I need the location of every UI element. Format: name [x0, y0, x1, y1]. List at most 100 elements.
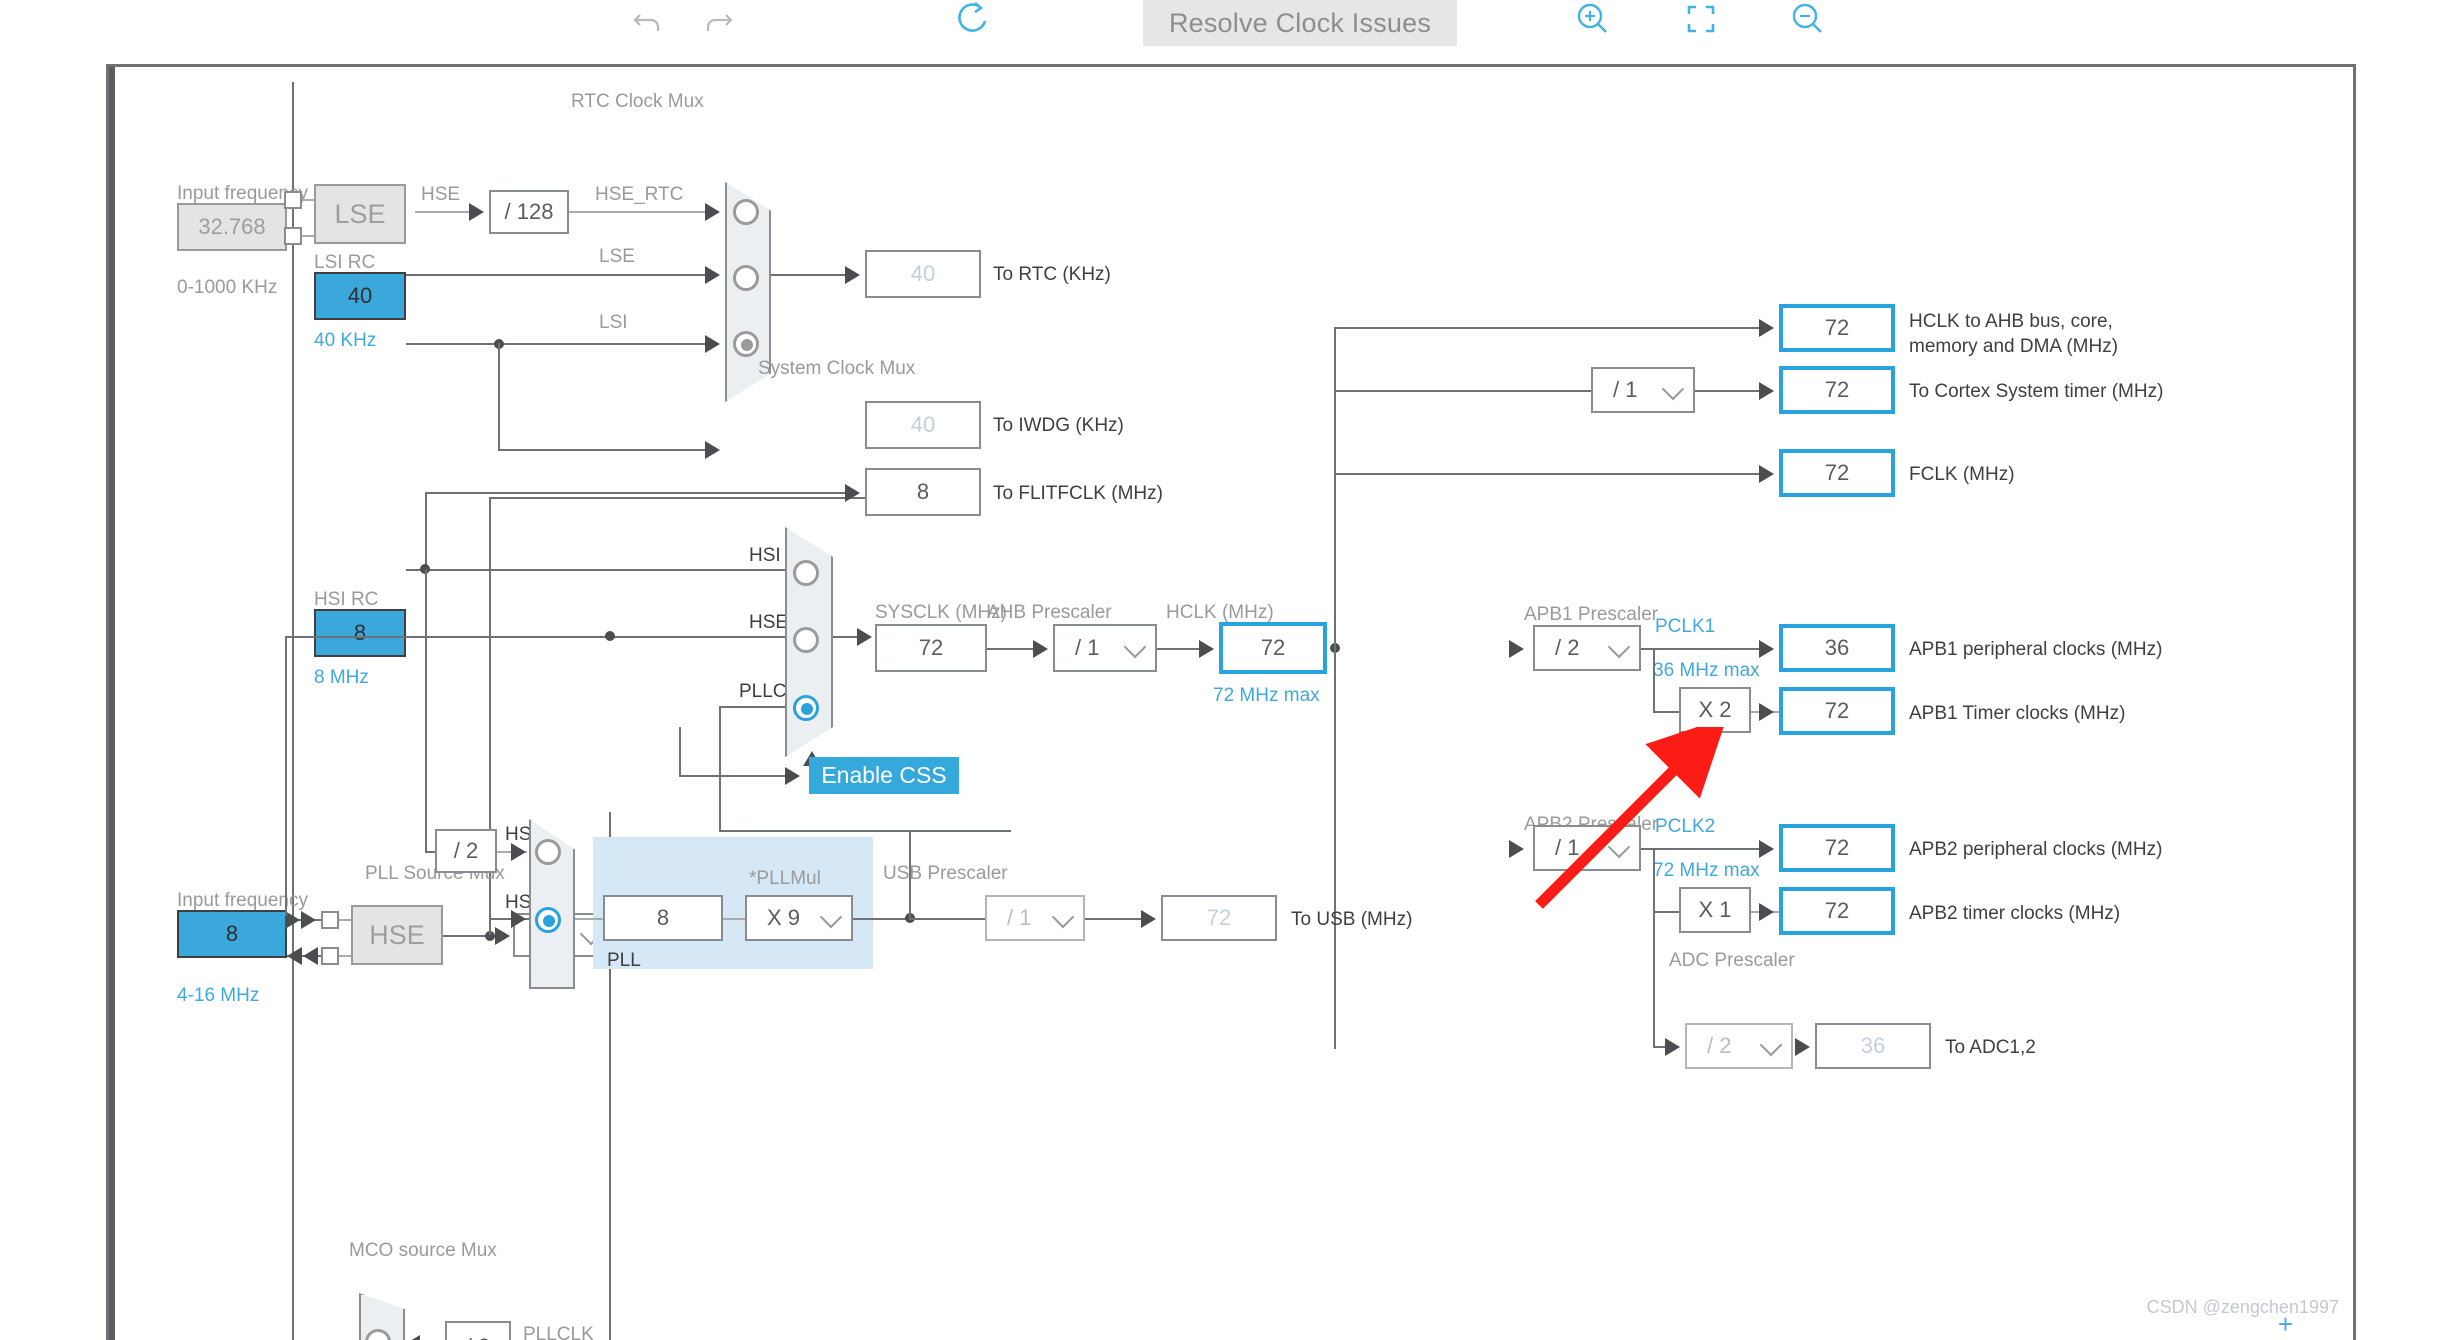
chevron-down-icon: [1608, 836, 1631, 859]
pllclk-v-riser: [719, 706, 721, 832]
apb2-prescaler-arrow: [1509, 840, 1524, 858]
chevron-down-icon: [1760, 1034, 1783, 1057]
to-flitfclk-field[interactable]: 8: [865, 468, 981, 516]
hclk-arrow: [1199, 640, 1214, 658]
adc-prescaler-dropdown[interactable]: / 2: [1685, 1023, 1793, 1069]
apb2-branch-v: [1653, 848, 1655, 1048]
rtc-mux-radio-lse[interactable]: [733, 265, 759, 291]
apb1-peripheral-field[interactable]: 36: [1779, 624, 1895, 672]
pll-out-to-usb-wire: [909, 918, 989, 920]
hclk-to-ahb-label-line2: memory and DMA (MHz): [1909, 337, 2118, 356]
sysmux-radio-hse[interactable]: [793, 627, 819, 653]
hse-rtc-wire: [569, 211, 709, 213]
hclk-ahb-arrow: [1759, 319, 1774, 337]
apb1-prescaler-dropdown[interactable]: / 2: [1533, 625, 1641, 671]
fit-to-screen-icon[interactable]: [1678, 0, 1724, 42]
fclk-field[interactable]: 72: [1779, 449, 1895, 497]
lse-range-label: 0-1000 KHz: [177, 278, 277, 297]
zoom-in-icon[interactable]: [1570, 0, 1616, 42]
lsi-rc-range-label: 40 KHz: [314, 331, 376, 350]
to-iwdg-field[interactable]: 40: [865, 401, 981, 449]
rtc-mux-lsi-label: LSI: [599, 313, 628, 332]
apb2-timer-label: APB2 timer clocks (MHz): [1909, 904, 2120, 923]
hse-oscillator-box[interactable]: HSE: [351, 905, 443, 965]
clock-tree-canvas[interactable]: Input frequency 32.768 0-1000 KHz LSE LS…: [106, 64, 2356, 1340]
hsi-rc-field[interactable]: 8: [314, 609, 406, 657]
hsi-to-pllsdiv-h: [425, 851, 435, 853]
hsi-flitf-branch-h: [425, 492, 849, 494]
sysclk-to-ahbpre-wire: [987, 648, 1039, 650]
sysclk-field[interactable]: 72: [875, 624, 987, 672]
pllmux-radio-hse[interactable]: [535, 907, 561, 933]
undo-icon[interactable]: [625, 0, 671, 46]
lse-oscillator-box[interactable]: LSE: [314, 184, 406, 244]
lse-input-frequency-field[interactable]: 32.768: [177, 203, 287, 251]
usb-out-wire: [1085, 918, 1149, 920]
css-in-arrow: [785, 767, 800, 785]
hse-input-frequency-label: Input frequency: [177, 891, 308, 910]
apb1-peripheral-label: APB1 peripheral clocks (MHz): [1909, 640, 2162, 659]
redo-icon[interactable]: [695, 0, 741, 46]
ahb-prescaler-dropdown[interactable]: / 1: [1053, 624, 1157, 672]
hse-input-frequency-field[interactable]: 8: [177, 910, 287, 958]
reset-icon[interactable]: [950, 0, 996, 44]
hsi-rc-label: HSI RC: [314, 590, 378, 609]
cortex-systimer-field[interactable]: 72: [1779, 366, 1895, 414]
apb1-timer-multiplier: X 2: [1679, 687, 1751, 733]
pllmul-dropdown[interactable]: X 9: [745, 895, 853, 941]
usb-prescaler-title: USB Prescaler: [883, 864, 1008, 883]
lse-pin-out: [284, 227, 302, 245]
apb2-peripheral-field[interactable]: 72: [1779, 824, 1895, 872]
cortex-prescaler-dropdown[interactable]: / 1: [1591, 367, 1695, 413]
sysmux-radio-hsi[interactable]: [793, 560, 819, 586]
usb-prescaler-dropdown[interactable]: / 1: [985, 895, 1085, 941]
hclk-max-label: 72 MHz max: [1213, 686, 1320, 705]
rtc-hse-divider-128: / 128: [489, 190, 569, 234]
apb1-timer-arrow: [1759, 703, 1774, 721]
apb1-prescaler-arrow: [1509, 640, 1524, 658]
to-rtc-arrow: [845, 266, 860, 284]
apb1-prescaler-value: / 2: [1555, 635, 1579, 661]
adc-label: To ADC1,2: [1945, 1038, 2036, 1057]
adc-out-arrow: [1795, 1038, 1810, 1056]
hclk-field[interactable]: 72: [1219, 622, 1327, 674]
hse-div-arrow: [495, 927, 510, 945]
hclk-distribution-bus: [1334, 327, 1336, 1049]
zoom-out-icon[interactable]: [1785, 0, 1831, 42]
adc-value-field[interactable]: 36: [1815, 1023, 1931, 1069]
enable-css-button[interactable]: Enable CSS: [809, 757, 959, 794]
hse-out-arrow-1: [287, 947, 302, 965]
watermark-plus-icon: +: [2278, 1309, 2293, 1340]
resolve-clock-issues-button[interactable]: Resolve Clock Issues: [1143, 0, 1457, 46]
sysclk-arrow: [857, 628, 872, 646]
apb2-prescaler-dropdown[interactable]: / 1: [1533, 825, 1641, 871]
hse-sysmux-dot: [605, 631, 615, 641]
hse-to-sysmux-v: [285, 636, 287, 916]
usb-out-arrow: [1141, 910, 1156, 928]
chevron-down-icon: [1662, 378, 1685, 401]
rtc-mux-radio-hse[interactable]: [733, 199, 759, 225]
to-usb-field[interactable]: 72: [1161, 895, 1277, 941]
apb1-timer-branch-h: [1653, 711, 1681, 713]
rtc-clock-mux-title: RTC Clock Mux: [571, 92, 704, 111]
rtc-mux-hse-label: HSE: [421, 185, 460, 204]
apb2-timer-field[interactable]: 72: [1779, 887, 1895, 935]
pllmux-radio-hsi[interactable]: [535, 839, 561, 865]
fclk-label: FCLK (MHz): [1909, 465, 2015, 484]
system-clock-mux-title: System Clock Mux: [758, 359, 915, 378]
lsi-rc-field[interactable]: 40: [314, 272, 406, 320]
sysmux-radio-pllclk[interactable]: [793, 695, 819, 721]
hse-in-arrow-1: [285, 911, 300, 929]
to-rtc-label: To RTC (KHz): [993, 265, 1111, 284]
apb1-prescaler-title: APB1 Prescaler: [1524, 605, 1658, 624]
apb1-timer-field[interactable]: 72: [1779, 687, 1895, 735]
rtc-mux-radio-lsi[interactable]: [733, 331, 759, 357]
apb2-timer-arrow: [1759, 903, 1774, 921]
pll-input-field[interactable]: 8: [603, 895, 723, 941]
to-rtc-field[interactable]: 40: [865, 250, 981, 298]
hsi-to-pll-v: [425, 569, 427, 853]
hclk-to-ahb-field[interactable]: 72: [1779, 304, 1895, 352]
chevron-down-icon: [1124, 636, 1147, 659]
watermark-text: CSDN @zengchen1997: [2147, 1297, 2339, 1318]
mco-pllclk-label: PLLCLK: [523, 1325, 594, 1340]
